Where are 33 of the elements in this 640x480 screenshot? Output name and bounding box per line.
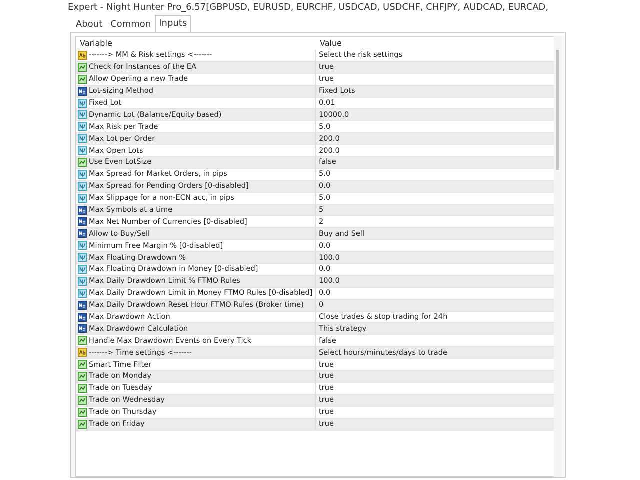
number-icon xyxy=(78,110,87,120)
chart-icon xyxy=(78,336,87,346)
number-icon xyxy=(78,264,87,274)
window-title: Expert - Night Hunter Pro_6.57[GBPUSD, EURUSD, EURCHF, USDCAD, USDCHF, CHFJPY, AUDCAD, EURCAD, xyxy=(67,2,550,14)
number-icon xyxy=(78,182,87,191)
number-icon xyxy=(78,288,87,298)
chart-icon xyxy=(78,62,87,72)
text-type-icon xyxy=(78,50,87,60)
chart-icon xyxy=(78,360,87,370)
chart-icon xyxy=(78,420,87,429)
number-icon xyxy=(78,170,87,179)
chart-icon xyxy=(78,384,87,393)
chart-icon xyxy=(78,396,87,405)
number-icon xyxy=(78,253,87,262)
number-icon xyxy=(78,276,87,286)
text-type-icon xyxy=(78,348,87,358)
tab[interactable]: Inputs xyxy=(155,15,192,32)
number-icon xyxy=(78,98,87,108)
number-icon xyxy=(78,241,87,250)
number-icon xyxy=(78,194,87,203)
column-header[interactable]: Value xyxy=(316,37,342,50)
column-header[interactable]: Variable xyxy=(76,37,316,50)
scrollbar[interactable] xyxy=(554,36,562,477)
chart-icon xyxy=(78,372,87,381)
tab[interactable]: About xyxy=(72,17,107,32)
chart-icon xyxy=(78,158,87,167)
tab[interactable]: Common xyxy=(106,17,156,32)
number-icon xyxy=(78,122,87,132)
number-icon xyxy=(78,146,87,156)
number-icon xyxy=(78,134,87,144)
chart-icon xyxy=(78,408,87,417)
scrollbar-thumb[interactable] xyxy=(556,50,559,170)
chart-icon xyxy=(78,74,87,84)
